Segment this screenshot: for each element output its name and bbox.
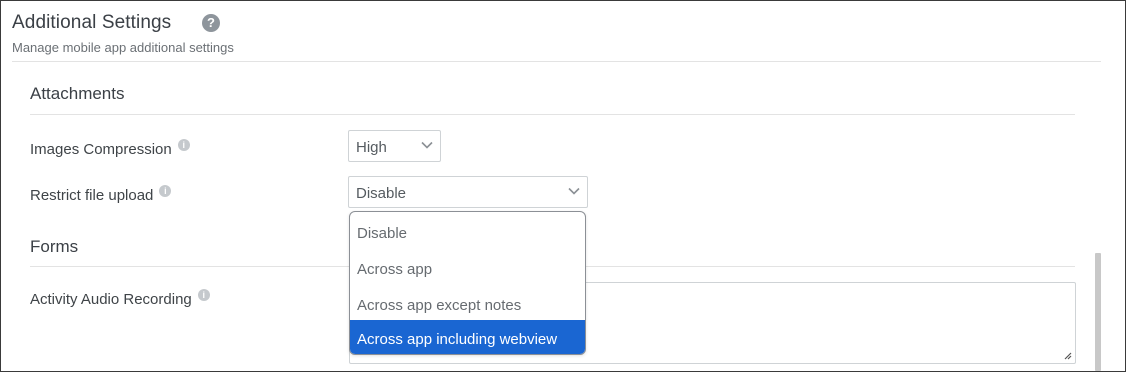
images-compression-select[interactable]: High <box>348 130 441 162</box>
page-subtitle: Manage mobile app additional settings <box>12 40 234 55</box>
dropdown-option-label: Across app including webview <box>357 331 558 348</box>
section-title-forms: Forms <box>30 237 79 256</box>
resize-handle-icon[interactable] <box>1062 350 1072 360</box>
header-divider <box>12 61 1101 62</box>
restrict-file-upload-value: Disable <box>356 185 407 202</box>
restrict-file-upload-label-text: Restrict file upload <box>30 187 154 204</box>
images-compression-value: High <box>356 139 387 156</box>
dropdown-option[interactable]: Disable <box>350 214 585 250</box>
images-compression-label-text: Images Compression <box>30 141 172 158</box>
info-icon[interactable]: i <box>159 185 172 197</box>
dropdown-option-label: Across app except notes <box>357 297 522 314</box>
restrict-file-upload-dropdown: Disable Across app Across app except not… <box>349 211 586 355</box>
page-header: Additional Settings ? Manage mobile app … <box>12 12 234 55</box>
images-compression-label: Images Compression i <box>30 139 190 158</box>
restrict-file-upload-select[interactable]: Disable <box>348 176 588 208</box>
activity-audio-recording-label-text: Activity Audio Recording <box>30 291 192 308</box>
dropdown-option[interactable]: Across app except notes <box>350 286 585 322</box>
activity-audio-recording-label: Activity Audio Recording i <box>30 289 210 308</box>
chevron-down-icon <box>568 187 580 195</box>
dropdown-option[interactable]: Across app <box>350 250 585 286</box>
info-icon[interactable]: i <box>197 289 210 301</box>
section-title-attachments: Attachments <box>30 84 125 103</box>
help-icon[interactable]: ? <box>202 14 220 32</box>
dropdown-option-label: Across app <box>357 261 433 278</box>
info-icon[interactable]: i <box>177 139 190 151</box>
settings-panel: Additional Settings ? Manage mobile app … <box>0 0 1126 372</box>
page-title: Additional Settings <box>12 12 172 33</box>
restrict-file-upload-label: Restrict file upload i <box>30 185 172 204</box>
dropdown-option-label: Disable <box>357 225 408 242</box>
chevron-down-icon <box>421 141 433 149</box>
dropdown-option-highlighted[interactable]: Across app including webview <box>350 320 585 354</box>
scrollbar[interactable] <box>1095 253 1101 371</box>
section-divider-attachments <box>30 114 1075 115</box>
